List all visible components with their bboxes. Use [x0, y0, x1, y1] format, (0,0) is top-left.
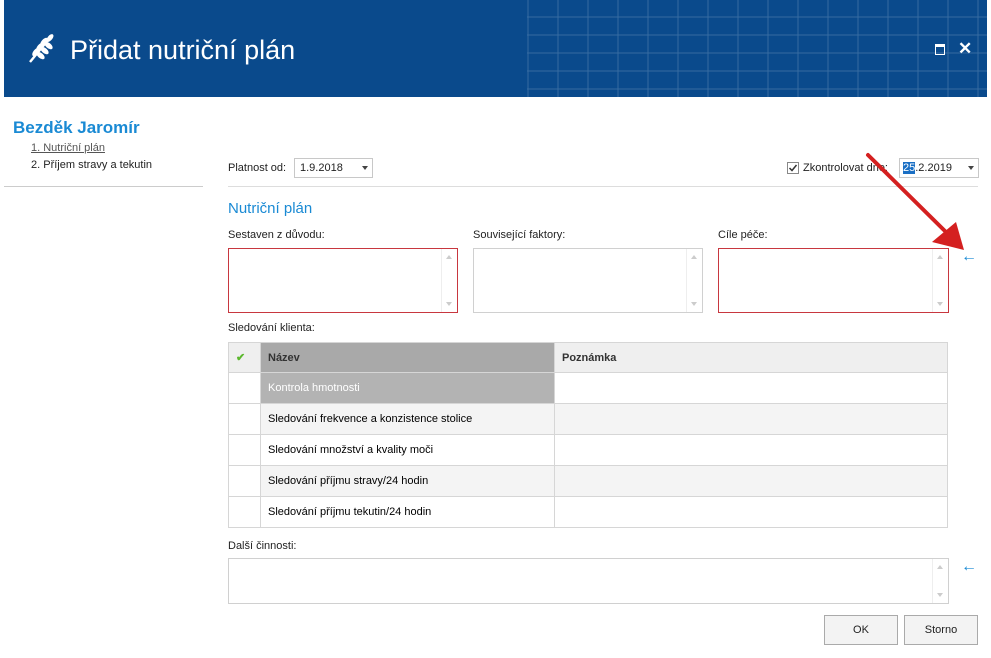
close-button[interactable]: ✕	[958, 39, 972, 58]
row-checkbox[interactable]	[228, 496, 261, 528]
header-divider	[228, 186, 978, 187]
back-arrow-icon[interactable]: ←	[961, 558, 977, 576]
table-row[interactable]: Sledování příjmu tekutin/24 hodin	[228, 496, 948, 528]
cancel-button[interactable]: Storno	[904, 615, 978, 645]
column-header-poznamka[interactable]: Poznámka	[554, 342, 948, 373]
zkontrolovat-day-selected: 25	[903, 162, 916, 174]
client-name: Bezděk Jaromír	[13, 118, 140, 137]
row-note[interactable]	[554, 372, 948, 404]
table-row[interactable]: Kontrola hmotnosti	[228, 372, 948, 404]
table-row[interactable]: Sledování množství a kvality moči	[228, 434, 948, 466]
souvisejici-input[interactable]	[473, 248, 703, 313]
souvisejici-label: Související faktory:	[473, 229, 566, 241]
row-note[interactable]	[554, 496, 948, 528]
chevron-down-icon[interactable]	[362, 166, 368, 170]
scrollbar[interactable]	[686, 249, 702, 312]
row-note[interactable]	[554, 434, 948, 466]
scroll-up-icon[interactable]	[446, 255, 452, 259]
zkontrolovat-checkbox[interactable]	[787, 162, 799, 174]
zkontrolovat-date-field[interactable]: 25.2.2019	[899, 158, 979, 178]
nav-item-nutricni-plan[interactable]: 1. Nutriční plán	[31, 142, 105, 154]
platnost-value: 1.9.2018	[300, 162, 343, 174]
wheat-icon	[29, 34, 54, 63]
back-arrow-icon[interactable]: ←	[961, 248, 977, 266]
ok-button[interactable]: OK	[824, 615, 898, 645]
row-checkbox[interactable]	[228, 465, 261, 497]
section-title: Nutriční plán	[228, 200, 313, 217]
table-header-row: ✔ Název Poznámka	[228, 342, 948, 373]
row-checkbox[interactable]	[228, 403, 261, 435]
zkontrolovat-date-rest: .2.2019	[915, 162, 952, 174]
window-title: Přidat nutriční plán	[70, 35, 296, 65]
sledovani-label: Sledování klienta:	[228, 322, 315, 334]
row-note[interactable]	[554, 403, 948, 435]
scroll-down-icon[interactable]	[691, 302, 697, 306]
cile-label: Cíle péče:	[718, 229, 768, 241]
cile-input[interactable]	[718, 248, 949, 313]
checkmark-icon	[788, 164, 798, 172]
scroll-up-icon[interactable]	[691, 255, 697, 259]
zkontrolovat-label: Zkontrolovat dne:	[803, 162, 888, 174]
title-bar: Přidat nutriční plán ✕	[4, 0, 987, 97]
sestaven-label: Sestaven z důvodu:	[228, 229, 325, 241]
scroll-down-icon[interactable]	[446, 302, 452, 306]
select-all-check-header[interactable]: ✔	[228, 342, 261, 373]
nav-item-prijem-stravy[interactable]: 2. Příjem stravy a tekutin	[31, 159, 152, 171]
row-name[interactable]: Sledování příjmu tekutin/24 hodin	[260, 496, 555, 528]
title-bar-pattern	[527, 0, 987, 97]
maximize-icon	[935, 44, 945, 55]
table-row[interactable]: Sledování příjmu stravy/24 hodin	[228, 465, 948, 497]
row-checkbox[interactable]	[228, 372, 261, 404]
row-checkbox[interactable]	[228, 434, 261, 466]
row-name[interactable]: Kontrola hmotnosti	[260, 372, 555, 404]
scroll-up-icon[interactable]	[937, 255, 943, 259]
scroll-down-icon[interactable]	[937, 593, 943, 597]
row-name[interactable]: Sledování příjmu stravy/24 hodin	[260, 465, 555, 497]
maximize-button[interactable]	[935, 42, 949, 56]
scrollbar[interactable]	[932, 559, 948, 603]
row-name[interactable]: Sledování množství a kvality moči	[260, 434, 555, 466]
column-header-nazev[interactable]: Název	[260, 342, 555, 373]
scroll-down-icon[interactable]	[937, 302, 943, 306]
row-name[interactable]: Sledování frekvence a konzistence stolic…	[260, 403, 555, 435]
chevron-down-icon[interactable]	[968, 166, 974, 170]
scrollbar[interactable]	[441, 249, 457, 312]
nav-divider	[4, 186, 203, 187]
row-note[interactable]	[554, 465, 948, 497]
scrollbar[interactable]	[932, 249, 948, 312]
dalsi-input[interactable]	[228, 558, 949, 604]
scroll-up-icon[interactable]	[937, 565, 943, 569]
sledovani-table: ✔ Název Poznámka Kontrola hmotnosti Sled…	[228, 342, 948, 528]
platnost-date-field[interactable]: 1.9.2018	[294, 158, 373, 178]
dalsi-label: Další činnosti:	[228, 540, 297, 552]
platnost-label: Platnost od:	[228, 162, 287, 174]
close-icon: ✕	[958, 39, 973, 58]
table-row[interactable]: Sledování frekvence a konzistence stolic…	[228, 403, 948, 435]
sestaven-input[interactable]	[228, 248, 458, 313]
